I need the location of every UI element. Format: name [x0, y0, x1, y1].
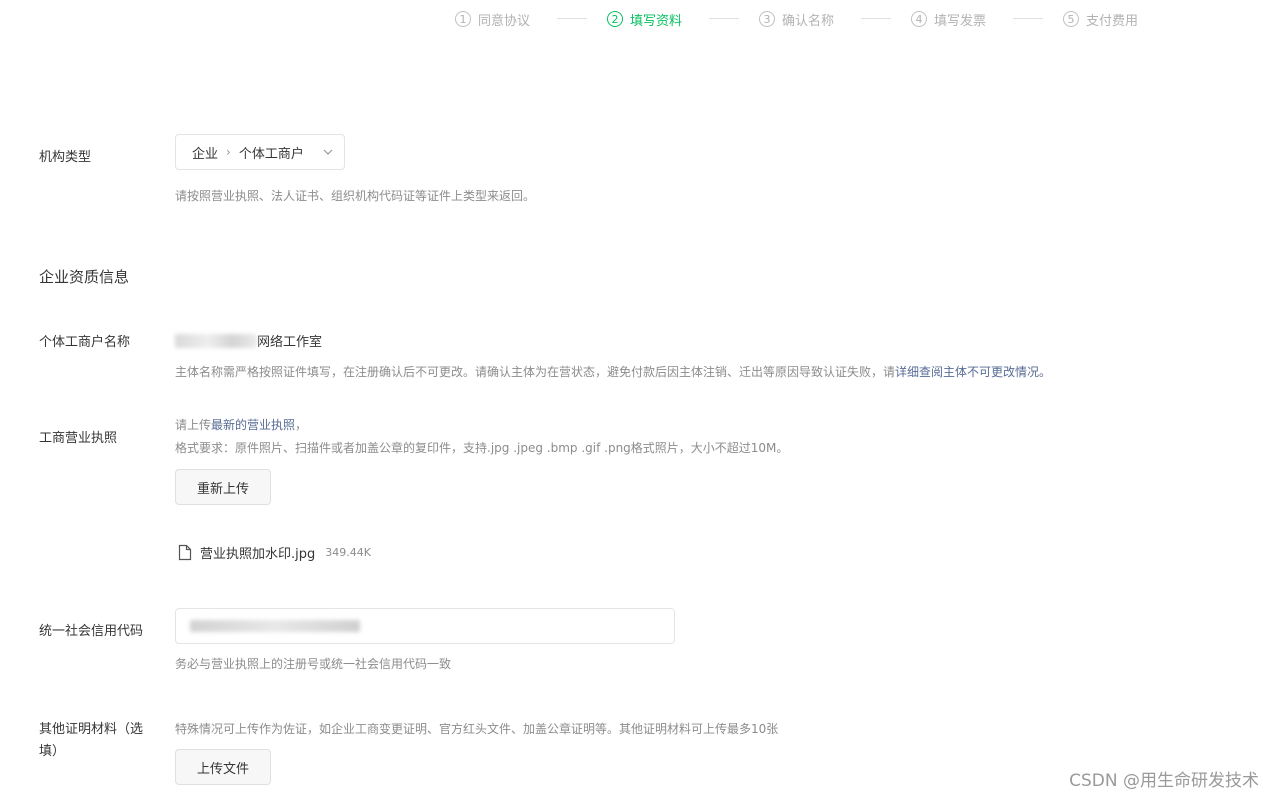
business-name-value: 网络工作室 — [175, 331, 322, 350]
reupload-button[interactable]: 重新上传 — [175, 469, 271, 505]
license-hint-prefix: 请上传 — [175, 418, 212, 432]
step-label: 填写资料 — [630, 13, 683, 29]
business-name-label: 个体工商户名称 — [39, 335, 131, 350]
step-confirm-name: 3 确认名称 — [759, 8, 834, 30]
org-type-parent: 企业 — [192, 146, 219, 162]
chevron-down-icon — [323, 149, 333, 155]
step-number: 4 — [911, 11, 927, 27]
step-payment: 5 支付费用 — [1063, 8, 1138, 30]
other-docs-label-line1: 其他证明材料（选 — [39, 722, 144, 737]
name-rules-link[interactable]: 详细查阅主体不可更改情况。 — [895, 365, 1051, 379]
license-hint-line1: 请上传最新的营业执照， — [175, 416, 307, 433]
section-title: 企业资质信息 — [39, 268, 130, 286]
credit-code-label: 统一社会信用代码 — [39, 624, 144, 639]
step-connector — [861, 18, 891, 19]
other-docs-label: 其他证明材料（选 填） — [39, 719, 143, 763]
step-connector — [557, 18, 587, 19]
business-name-hint: 主体名称需严格按照证件填写，在注册确认后不可更改。请确认主体为在营状态，避免付款… — [175, 363, 1051, 380]
redacted-text — [175, 333, 257, 348]
license-hint-suffix: ， — [295, 418, 308, 432]
file-name: 营业执照加水印.jpg — [200, 547, 316, 562]
step-connector — [1013, 18, 1043, 19]
watermark: CSDN @用生命研发技术 — [1069, 771, 1259, 791]
step-number: 5 — [1063, 11, 1079, 27]
upload-file-button[interactable]: 上传文件 — [175, 749, 271, 785]
other-docs-label-line2: 填） — [39, 744, 66, 759]
step-label: 同意协议 — [478, 13, 531, 29]
step-agree: 1 同意协议 — [455, 8, 530, 30]
step-label: 填写发票 — [934, 13, 987, 29]
redacted-text — [190, 620, 360, 632]
org-type-select[interactable]: 企业 › 个体工商户 — [175, 134, 345, 170]
file-icon — [178, 544, 192, 561]
step-fill-info: 2 填写资料 — [607, 8, 682, 30]
uploaded-file[interactable]: 营业执照加水印.jpg 349.44K — [178, 543, 371, 562]
business-name-hint-text: 主体名称需严格按照证件填写，在注册确认后不可更改。请确认主体为在营状态，避免付款… — [175, 365, 896, 379]
other-docs-hint: 特殊情况可上传作为佐证，如企业工商变更证明、官方红头文件、加盖公章证明等。其他证… — [175, 722, 779, 736]
org-type-child: 个体工商户 — [238, 146, 304, 162]
credit-code-input[interactable] — [175, 608, 675, 644]
org-type-label: 机构类型 — [39, 150, 92, 165]
step-invoice: 4 填写发票 — [911, 8, 986, 30]
latest-license-link[interactable]: 最新的营业执照 — [211, 418, 295, 432]
step-number: 1 — [455, 11, 471, 27]
business-name-suffix: 网络工作室 — [257, 335, 323, 350]
step-label: 确认名称 — [782, 13, 835, 29]
chevron-right-icon: › — [226, 145, 231, 159]
file-size: 349.44K — [325, 546, 371, 559]
step-number: 2 — [607, 11, 623, 27]
step-connector — [709, 18, 739, 19]
step-number: 3 — [759, 11, 775, 27]
license-label: 工商营业执照 — [39, 431, 118, 446]
license-hint-line2: 格式要求：原件照片、扫描件或者加盖公章的复印件，支持.jpg .jpeg .bm… — [175, 441, 789, 455]
org-type-hint: 请按照营业执照、法人证书、组织机构代码证等证件上类型来返回。 — [175, 189, 536, 203]
credit-code-hint: 务必与营业执照上的注册号或统一社会信用代码一致 — [175, 657, 452, 671]
step-label: 支付费用 — [1086, 13, 1139, 29]
